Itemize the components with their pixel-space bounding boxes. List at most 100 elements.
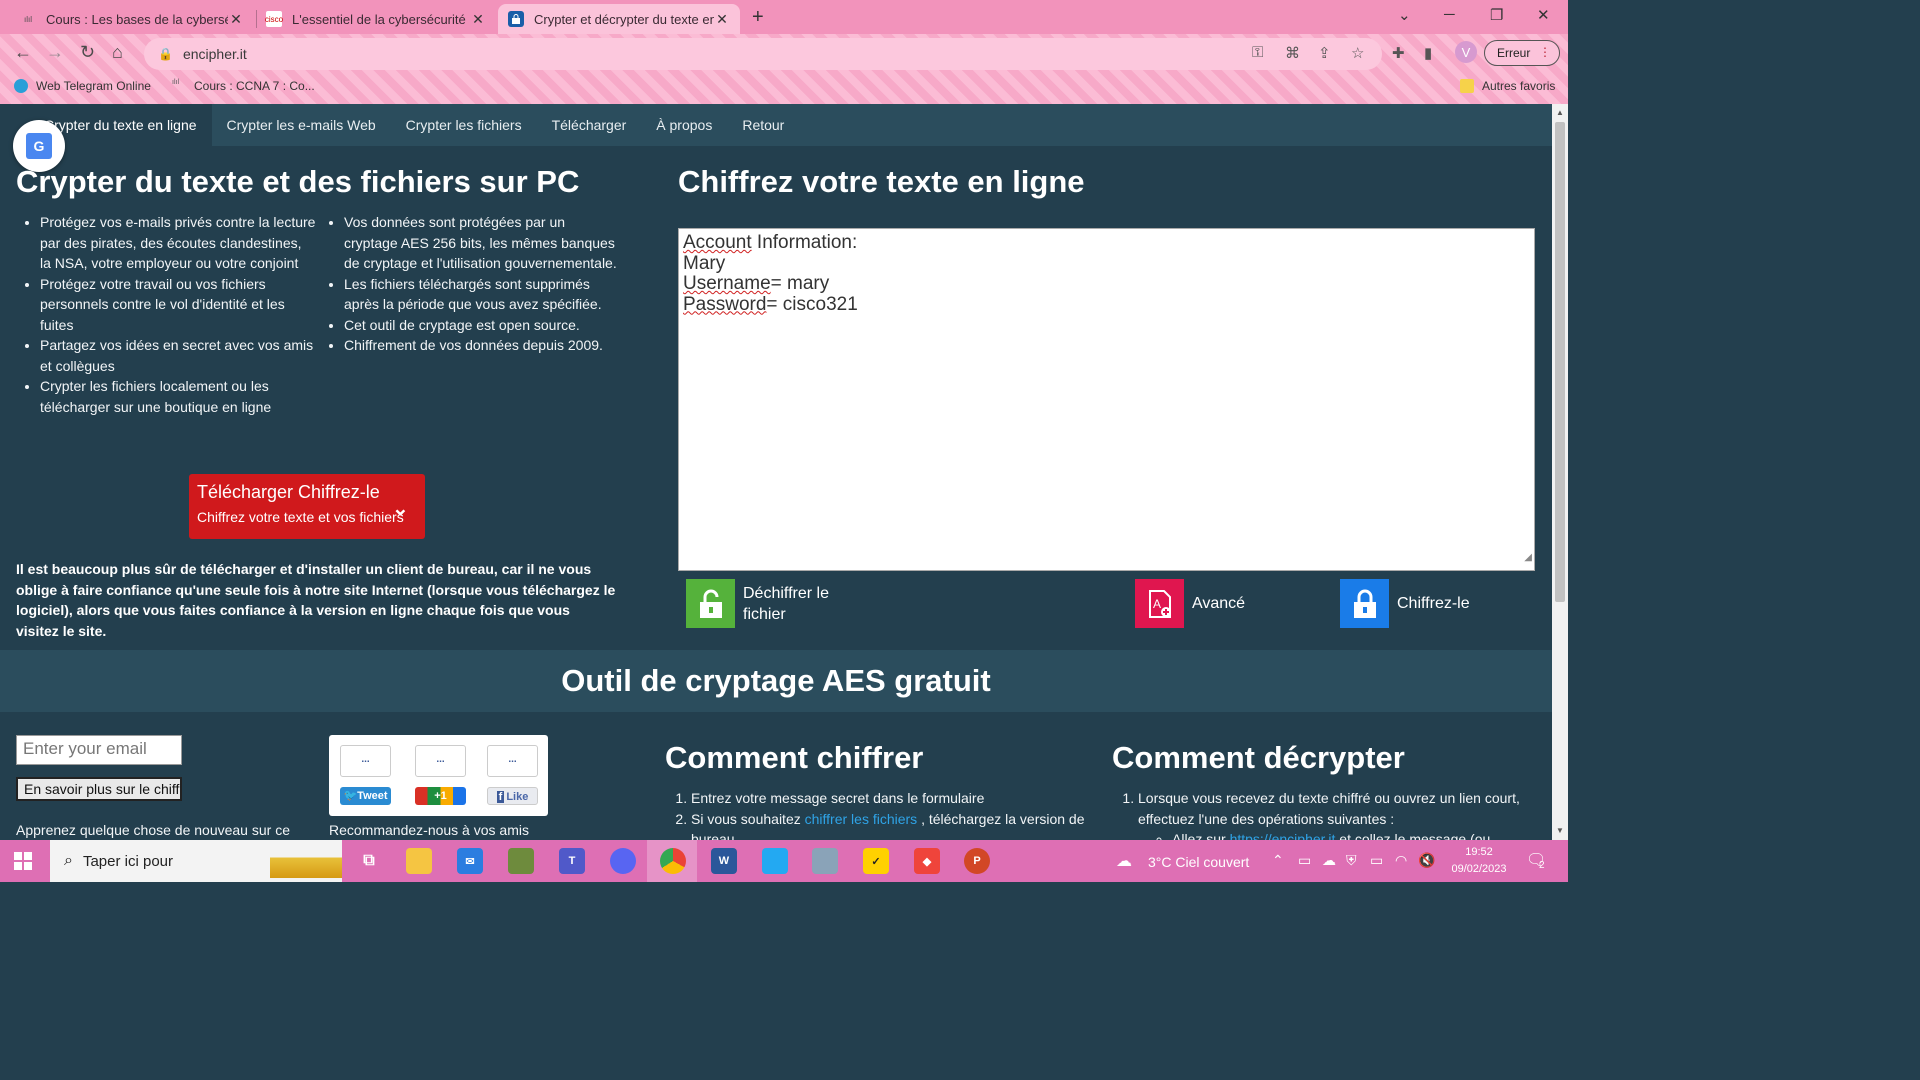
list-item: Les fichiers téléchargés sont supprimés … xyxy=(344,274,620,315)
teams-icon[interactable]: T xyxy=(559,848,585,874)
translate-icon[interactable]: ⌘ xyxy=(1285,44,1300,62)
restore-icon[interactable]: ❐ xyxy=(1490,6,1503,24)
forward-icon[interactable]: → xyxy=(46,42,64,63)
side-panel-icon[interactable]: ▮ xyxy=(1424,44,1432,62)
close-tab-icon[interactable]: ✕ xyxy=(470,11,486,28)
other-bookmarks[interactable]: Autres favoris xyxy=(1460,79,1555,93)
new-tab-button[interactable]: + xyxy=(752,6,764,29)
tweet-widget[interactable]: ... 🐦Tweet xyxy=(340,745,391,805)
list-item: Vos données sont protégées par un crypta… xyxy=(344,212,620,274)
tweet-button[interactable]: 🐦Tweet xyxy=(340,787,391,805)
bookmark-star-icon[interactable]: ☆ xyxy=(1351,44,1364,62)
taskbar-clock[interactable]: 19:52 09/02/2023 xyxy=(1444,844,1514,878)
extensions-icon[interactable]: ✚ xyxy=(1392,44,1405,62)
like-button[interactable]: f Like xyxy=(487,787,538,805)
tab-encipher[interactable]: Crypter et décrypter du texte en ligne ✕ xyxy=(498,4,740,34)
discord-icon[interactable] xyxy=(610,848,636,874)
wifi-icon[interactable]: ◠ xyxy=(1395,852,1407,869)
tab-search-icon[interactable]: ⌄ xyxy=(1398,6,1411,24)
decrypt-file-button[interactable]: Déchiffrer le fichier xyxy=(686,579,853,628)
volume-muted-icon[interactable]: 🔇 xyxy=(1418,852,1435,869)
scroll-thumb[interactable] xyxy=(1555,122,1565,602)
cisco-icon: ılıl xyxy=(24,14,32,24)
bookmark-ccna[interactable]: ılıl Cours : CCNA 7 : Co... xyxy=(172,79,315,93)
back-icon[interactable]: ← xyxy=(14,42,32,63)
editor-line: Password= cisco321 xyxy=(683,293,858,315)
tray-security-icon[interactable]: ⛨ xyxy=(1346,852,1357,869)
list-item: Chiffrement de vos données depuis 2009. xyxy=(344,335,620,356)
list-item: Crypter les fichiers localement ou les t… xyxy=(40,376,316,417)
chevron-down-icon: ⌄ xyxy=(392,498,409,520)
recommend-text: Recommandez-nous à vos amis xyxy=(329,822,529,838)
close-tab-icon[interactable]: ✕ xyxy=(228,11,244,28)
file-explorer-icon[interactable] xyxy=(406,848,432,874)
tray-network-error-icon[interactable]: ☁ xyxy=(1322,852,1336,869)
learn-more-button[interactable]: En savoir plus sur le chiffrement xyxy=(16,777,182,801)
nav-crypter-emails[interactable]: Crypter les e-mails Web xyxy=(212,104,391,146)
anydesk-icon[interactable]: ◆ xyxy=(914,848,940,874)
nav-retour[interactable]: Retour xyxy=(727,104,799,146)
taskbar-search[interactable]: ⌕ Taper ici pour xyxy=(50,840,342,882)
chrome-icon[interactable] xyxy=(660,848,686,874)
key-icon[interactable]: ⚿ xyxy=(1252,44,1263,61)
tab-essentiel-cybersecurite[interactable]: cisco L'essentiel de la cybersécurité ✕ xyxy=(256,4,496,34)
advanced-button[interactable]: A Avancé xyxy=(1135,579,1245,628)
editor-line: Username= mary xyxy=(683,273,830,294)
resize-handle-icon[interactable]: ◢ xyxy=(1524,548,1532,569)
scroll-up-icon[interactable]: ▲ xyxy=(1556,108,1564,117)
minimize-icon[interactable]: ─ xyxy=(1444,6,1455,23)
google-translate-icon: G xyxy=(26,133,52,159)
list-item: Si vous souhaitez chiffrer les fichiers … xyxy=(691,809,1085,841)
web-page: Crypter du texte en ligne Crypter les e-… xyxy=(0,104,1552,840)
mail-icon[interactable]: ✉ xyxy=(457,848,483,874)
battery-icon[interactable]: ▭ xyxy=(1370,852,1383,869)
search-highlight-image xyxy=(270,844,342,878)
email-input[interactable]: Enter your email xyxy=(16,735,182,765)
list-item: Partagez vos idées en secret avec vos am… xyxy=(40,335,316,376)
bookmark-telegram[interactable]: Web Telegram Online xyxy=(14,79,151,93)
tray-chevron-icon[interactable]: ⌃ xyxy=(1272,852,1284,869)
plusone-widget[interactable]: ... +1 xyxy=(415,745,466,805)
windows-taskbar: ⌕ Taper ici pour ⧉ ✉ T W ✓ ◆ P ☁ 3°C Cie… xyxy=(0,840,1568,882)
encrypt-files-link[interactable]: chiffrer les fichiers xyxy=(805,811,918,827)
scroll-down-icon[interactable]: ▼ xyxy=(1556,826,1564,835)
task-view-icon[interactable]: ⧉ xyxy=(356,848,382,874)
weather-text[interactable]: 3°C Ciel couvert xyxy=(1148,854,1249,870)
menu-icon[interactable]: ⋮ xyxy=(1539,45,1551,59)
nav-crypter-fichiers[interactable]: Crypter les fichiers xyxy=(391,104,537,146)
nav-telecharger[interactable]: Télécharger xyxy=(537,104,642,146)
tab-cours-cybersecurite[interactable]: ılıl Cours : Les bases de la cybersécuri… xyxy=(10,4,254,34)
app-icon[interactable] xyxy=(508,848,534,874)
error-button[interactable]: Erreur ⋮ xyxy=(1484,40,1560,66)
norton-icon[interactable]: ✓ xyxy=(863,848,889,874)
list-item: Protégez votre travail ou vos fichiers p… xyxy=(40,274,316,336)
notification-count: 2 xyxy=(1539,860,1545,871)
list-item: Allez sur https://encipher.it et collez … xyxy=(1172,829,1532,840)
encrypt-steps: Entrez votre message secret dans le form… xyxy=(665,788,1085,840)
encrypt-button[interactable]: Chiffrez-le xyxy=(1340,579,1470,628)
vscode-icon[interactable] xyxy=(762,848,788,874)
windows-start-icon[interactable] xyxy=(14,852,32,870)
list-item: Lorsque vous recevez du texte chiffré ou… xyxy=(1138,788,1532,840)
powerpoint-icon[interactable]: P xyxy=(964,848,990,874)
encipher-link[interactable]: https://encipher.it xyxy=(1230,831,1336,840)
virtualbox-icon[interactable] xyxy=(812,848,838,874)
nav-a-propos[interactable]: À propos xyxy=(641,104,727,146)
download-button[interactable]: Télécharger Chiffrez-le Chiffrez votre t… xyxy=(189,474,425,539)
unlock-icon xyxy=(686,579,735,628)
profile-avatar[interactable]: V xyxy=(1455,41,1477,63)
home-icon[interactable]: ⌂ xyxy=(112,42,123,63)
address-bar[interactable]: 🔒 encipher.it xyxy=(144,38,1382,70)
reload-icon[interactable]: ↻ xyxy=(80,42,95,63)
word-icon[interactable]: W xyxy=(711,848,737,874)
tray-app-icon[interactable]: ▭ xyxy=(1298,852,1311,869)
share-icon[interactable]: ⇪ xyxy=(1318,44,1331,62)
features-list-left: Protégez vos e-mails privés contre la le… xyxy=(16,212,316,417)
search-icon: ⌕ xyxy=(64,852,73,869)
like-widget[interactable]: ... f Like xyxy=(487,745,538,805)
plusone-button[interactable]: +1 xyxy=(415,787,466,805)
close-window-icon[interactable]: ✕ xyxy=(1537,6,1550,24)
message-textarea[interactable]: Account Information: Mary Username= mary… xyxy=(678,228,1535,571)
page-scrollbar[interactable]: ▲ ▼ xyxy=(1552,104,1568,840)
close-tab-icon[interactable]: ✕ xyxy=(714,11,730,28)
